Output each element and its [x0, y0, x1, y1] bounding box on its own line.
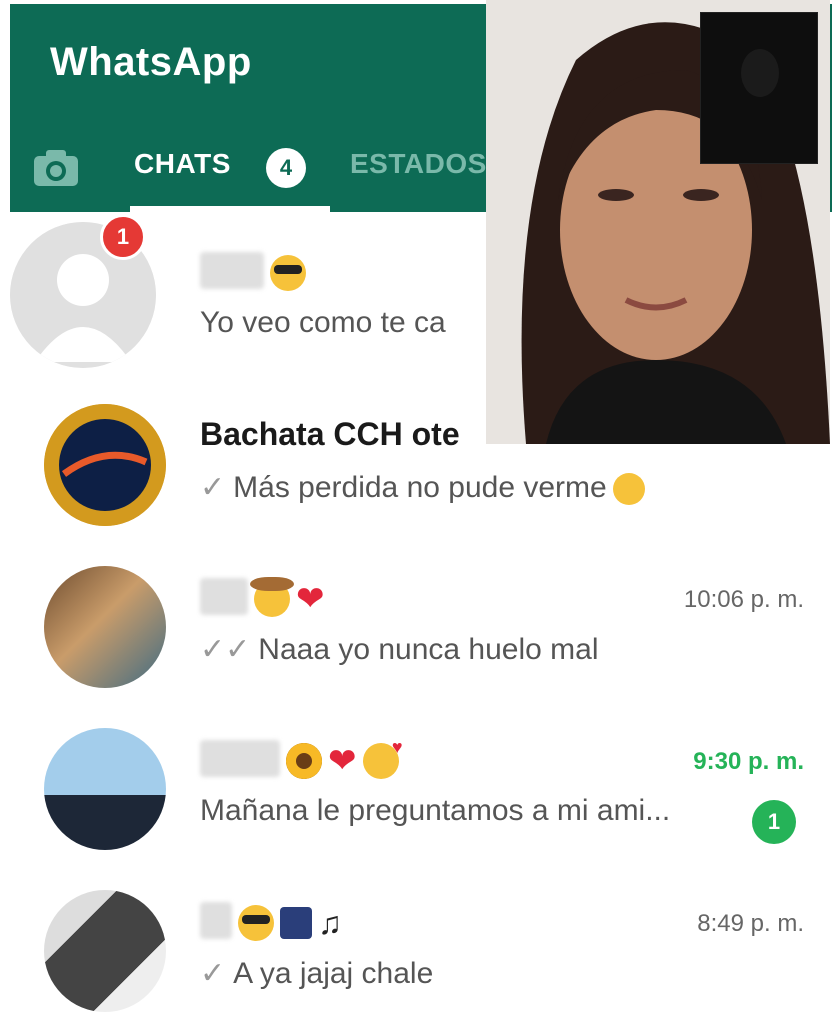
- laughing-emoji-icon: [612, 473, 645, 506]
- double-check-icon: ✓✓: [200, 633, 251, 666]
- redacted-name: xxx: [200, 578, 248, 615]
- chat-preview: Naaa yo nunca huelo mal: [258, 633, 599, 666]
- tab-estados[interactable]: ESTADOS: [350, 148, 487, 180]
- self-silhouette: [741, 49, 779, 97]
- chat-preview: Más perdida no pude verme: [233, 471, 607, 504]
- sunflower-emoji-icon: [286, 742, 322, 779]
- chat-preview: Mañana le preguntamos a mi ami...: [200, 794, 671, 827]
- redacted-name: xx: [200, 902, 232, 939]
- tab-chats[interactable]: CHATS 4: [130, 132, 330, 212]
- sunglasses-emoji-icon: [270, 254, 306, 291]
- chats-count-badge: 4: [266, 148, 306, 188]
- chat-time: 8:49 p. m.: [697, 910, 804, 937]
- chat-preview: Yo veo como te ca: [200, 306, 446, 339]
- music-notes-icon: ♫: [318, 904, 342, 941]
- avatar: [44, 728, 166, 850]
- redacted-name: xxxx: [200, 252, 264, 289]
- avatar: [44, 566, 166, 688]
- avatar: [44, 404, 166, 526]
- app-title: WhatsApp: [50, 40, 252, 84]
- smiling-hearts-emoji-icon: [362, 737, 403, 779]
- avatar: [44, 890, 166, 1012]
- unread-count-badge: 1: [752, 800, 796, 844]
- group-logo-icon: [44, 404, 166, 526]
- chat-name: xxxx: [200, 252, 306, 291]
- camera-icon: [34, 150, 78, 186]
- chat-time: 10:06 p. m.: [683, 586, 804, 613]
- chat-name: Bachata CCH ote: [200, 416, 460, 452]
- chat-name: xxxxx ❤: [200, 737, 403, 780]
- chat-preview-row: ✓✓ Naaa yo nunca huelo mal: [200, 632, 599, 667]
- chat-time: 9:30 p. m.: [693, 748, 804, 775]
- chat-preview: A ya jajaj chale: [233, 957, 434, 990]
- chat-name: xxx ❤: [200, 576, 325, 618]
- heart-emoji-icon: ❤: [296, 579, 325, 618]
- active-tab-indicator: [130, 206, 330, 212]
- chat-preview-row: ✓ Más perdida no pude verme: [200, 470, 645, 506]
- avatar-notification-badge: 1: [100, 214, 146, 260]
- tab-chats-label: CHATS: [134, 148, 231, 179]
- check-icon: ✓: [200, 957, 226, 990]
- chat-name: xx ♫: [200, 902, 342, 941]
- heart-emoji-icon: ❤: [328, 741, 357, 780]
- sunglasses-emoji-icon: [238, 904, 274, 941]
- night-city-emoji-icon: [280, 906, 312, 939]
- camera-tab[interactable]: [32, 148, 80, 188]
- self-video-preview[interactable]: [700, 12, 818, 164]
- chat-item[interactable]: xxx ❤ 10:06 p. m. ✓✓Naaa yo nunca huelo m…: [10, 540, 832, 700]
- whatsapp-screen: WhatsApp CHATS 4 ESTADOS 1 Yo veo como t…: [0, 0, 832, 1020]
- cowboy-emoji-icon: [250, 576, 294, 617]
- chat-item[interactable]: xx ♫ 8:49 p. m. ✓A ya jajaj chale: [10, 864, 832, 1020]
- redacted-name: xxxxx: [200, 740, 280, 777]
- check-icon: ✓: [200, 471, 226, 504]
- chat-item[interactable]: xxxxx ❤ 9:30 p. m. Mañana le preguntamos …: [10, 702, 832, 862]
- chat-preview-row: ✓ A ya jajaj chale: [200, 956, 433, 991]
